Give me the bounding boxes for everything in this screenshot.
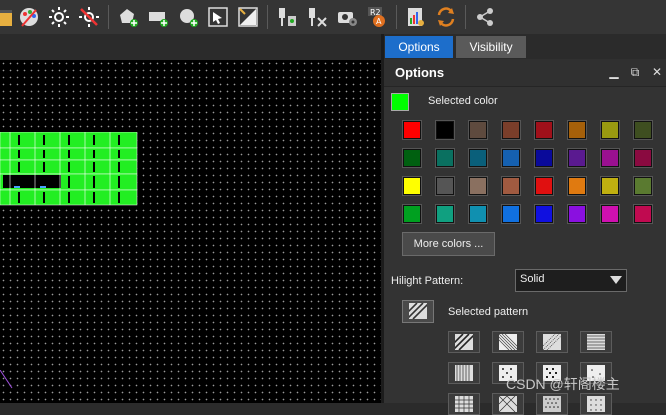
color-swatch[interactable] [468,148,488,168]
horizontal-lines-pattern[interactable] [580,331,612,353]
cross-hatch-pattern[interactable] [448,393,480,415]
sun-icon[interactable] [46,4,72,30]
color-swatch[interactable] [567,176,587,196]
options-panel: Options ▁ ⧉ ✕ Selected color More colors… [384,59,666,415]
fill-icon[interactable] [235,4,261,30]
purple-trace [0,370,13,389]
layout-cells[interactable]: Y [0,132,140,282]
chevron-down-icon [610,276,622,284]
watermark: CSDN @轩阁楼主 [506,376,620,392]
polygon-add-icon[interactable] [115,4,141,30]
selected-color-label: Selected color [428,95,498,107]
sun-off-icon[interactable] [76,4,102,30]
color-swatch[interactable] [435,176,455,196]
color-swatch[interactable] [534,204,554,224]
toolbar-separator [465,5,466,29]
selected-pattern-swatch[interactable] [402,300,434,323]
tab-options[interactable]: Options [385,36,453,58]
color-swatch[interactable] [633,148,653,168]
layout-canvas[interactable]: Y [0,60,381,403]
color-swatch[interactable] [633,204,653,224]
color-swatch[interactable] [633,176,653,196]
color-swatch[interactable] [600,176,620,196]
selected-color-swatch[interactable] [391,93,409,111]
circle-add-icon[interactable] [175,4,201,30]
toolbar-separator [108,5,109,29]
color-swatch[interactable] [468,204,488,224]
hilight-pattern-value: Solid [520,273,545,285]
close-icon[interactable]: ✕ [650,64,664,80]
color-swatch[interactable] [501,176,521,196]
panel-header: Options ▁ ⧉ ✕ [384,59,666,87]
color-swatch[interactable] [468,176,488,196]
color-swatch[interactable] [501,148,521,168]
r2-icon[interactable]: R2 A [364,4,390,30]
selected-pattern-label: Selected pattern [448,306,529,318]
palette-icon[interactable] [16,4,42,30]
color-swatch[interactable] [534,120,554,140]
grid-dots-pattern[interactable] [580,393,612,415]
probe-tools-icon[interactable] [304,4,330,30]
camera-settings-icon[interactable] [334,4,360,30]
ruler-icon[interactable] [0,4,14,30]
panel-tabs: Options Visibility [384,34,666,59]
color-swatch[interactable] [600,120,620,140]
color-swatch[interactable] [435,120,455,140]
color-swatch[interactable] [402,176,422,196]
minimize-icon[interactable]: ▁ [607,64,621,80]
tab-visibility[interactable]: Visibility [456,36,526,58]
dotted-diag-pattern[interactable] [536,331,568,353]
toolbar-separator [396,5,397,29]
panel-title: Options [395,65,445,80]
color-swatch[interactable] [501,204,521,224]
probe-icon[interactable] [274,4,300,30]
rect-add-icon[interactable] [145,4,171,30]
fine-diag-pattern[interactable] [492,331,524,353]
color-swatch[interactable] [600,204,620,224]
color-swatch[interactable] [402,148,422,168]
color-swatch[interactable] [567,204,587,224]
color-swatch[interactable] [435,204,455,224]
canvas-header-strip [0,34,381,60]
color-swatch[interactable] [534,148,554,168]
color-swatch[interactable] [600,148,620,168]
color-swatch[interactable] [567,148,587,168]
color-swatch[interactable] [435,148,455,168]
color-swatch[interactable] [402,204,422,224]
color-swatch[interactable] [501,120,521,140]
cell-gap [3,175,61,188]
main-toolbar: R2 A [0,0,666,34]
hilight-pattern-select[interactable]: Solid [515,269,627,292]
toolbar-separator [267,5,268,29]
color-swatch[interactable] [633,120,653,140]
hilight-pattern-label: Hilight Pattern: [391,275,464,287]
color-swatch[interactable] [567,120,587,140]
sync-icon[interactable] [433,4,459,30]
vertical-lines-pattern[interactable] [448,362,480,384]
report-icon[interactable] [403,4,429,30]
r2-sub-text: A [376,17,382,26]
diag-hatch-pattern[interactable] [448,331,480,353]
color-swatch[interactable] [468,120,488,140]
diamond-pattern[interactable] [492,393,524,415]
restore-icon[interactable]: ⧉ [628,64,642,80]
dense-dots-pattern[interactable] [536,393,568,415]
select-cursor-icon[interactable] [205,4,231,30]
color-swatch[interactable] [402,120,422,140]
more-colors-button[interactable]: More colors ... [402,232,495,256]
share-icon[interactable] [472,4,498,30]
color-swatch[interactable] [534,176,554,196]
